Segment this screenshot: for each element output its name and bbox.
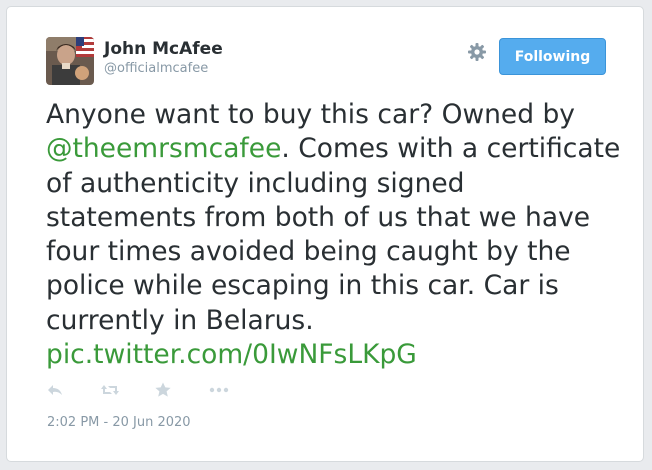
- following-button[interactable]: Following: [499, 38, 606, 75]
- author-handle[interactable]: @officialmcafee: [104, 61, 208, 76]
- author-name[interactable]: John McAfee: [104, 39, 223, 59]
- tweet-text: Anyone want to buy this car? Owned by @t…: [46, 98, 621, 372]
- avatar[interactable]: [46, 37, 94, 85]
- tweet-card: John McAfee @officialmcafee Following An…: [6, 6, 644, 462]
- tweet-text-start: Anyone want to buy this car? Owned by: [46, 99, 575, 130]
- tweet-actions: [46, 380, 262, 400]
- mention-link[interactable]: @theemrsmcafee: [46, 133, 281, 164]
- reply-icon[interactable]: [46, 381, 64, 399]
- media-link[interactable]: pic.twitter.com/0IwNFsLKpG: [46, 339, 417, 370]
- favorite-star-icon[interactable]: [154, 381, 172, 399]
- gear-icon[interactable]: [466, 41, 488, 63]
- tweet-timestamp[interactable]: 2:02 PM - 20 Jun 2020: [47, 415, 191, 430]
- retweet-icon[interactable]: [100, 381, 119, 399]
- more-icon[interactable]: [208, 381, 229, 399]
